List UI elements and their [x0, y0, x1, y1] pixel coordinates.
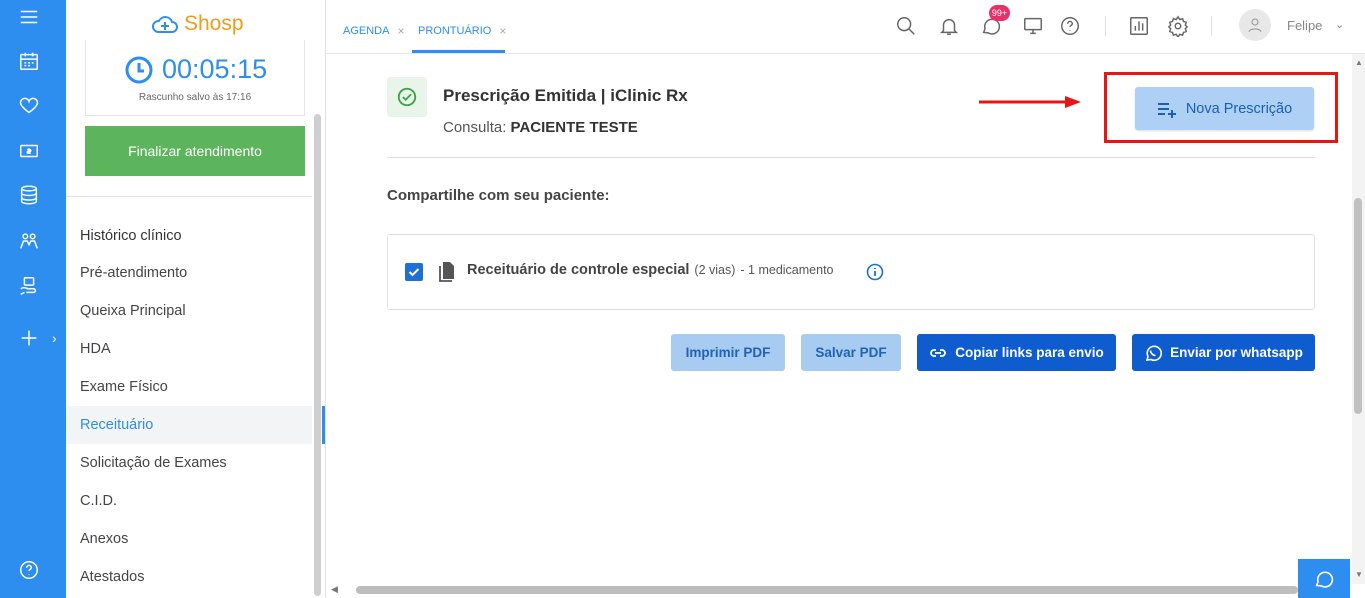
scroll-up-icon[interactable]: ▲: [1355, 58, 1363, 67]
logo-text: Shosp: [184, 12, 244, 35]
tab-label: PRONTUÁRIO: [418, 25, 492, 37]
tab-prontuario[interactable]: PRONTUÁRIO ×: [418, 24, 506, 38]
content-divider: [387, 157, 1315, 158]
success-check-icon: [387, 77, 427, 117]
reports-icon[interactable]: [1128, 15, 1150, 37]
help-icon[interactable]: [17, 558, 41, 582]
users-icon[interactable]: [17, 229, 41, 253]
help-circle-icon[interactable]: [1059, 15, 1081, 37]
sidebar-item-hda[interactable]: HDA: [66, 330, 312, 368]
tab-label: AGENDA: [343, 25, 390, 37]
active-item-indicator: [322, 406, 325, 444]
top-header: AGENDA × PRONTUÁRIO ×: [326, 0, 1365, 54]
tab-close-icon[interactable]: ×: [499, 24, 506, 38]
consultation-line: Consulta: PACIENTE TESTE: [443, 119, 638, 136]
document-title: Receituário de controle especial: [467, 262, 690, 278]
sidebar-item-anexos[interactable]: Anexos: [66, 520, 312, 558]
expand-chevron-icon[interactable]: ›: [52, 330, 57, 346]
clock-icon: [125, 56, 153, 83]
share-heading: Compartilhe com seu paciente:: [387, 187, 610, 204]
chevron-down-icon[interactable]: ⌄: [1335, 18, 1344, 31]
sidebar-item-atestados[interactable]: Atestados: [66, 558, 312, 596]
patient-name: PACIENTE TESTE: [510, 119, 638, 136]
bell-icon[interactable]: [938, 15, 960, 37]
active-tab-indicator: [412, 50, 505, 53]
copy-links-label: Copiar links para envio: [955, 345, 1104, 360]
sidebar-item-solicitacao-exames[interactable]: Solicitação de Exames: [66, 444, 312, 482]
menu-icon[interactable]: [17, 5, 41, 29]
sidebar-item-queixa-principal[interactable]: Queixa Principal: [66, 292, 312, 330]
tab-agenda[interactable]: AGENDA ×: [343, 24, 404, 38]
new-prescription-label: Nova Prescrição: [1185, 100, 1293, 117]
send-whatsapp-button[interactable]: Enviar por whatsapp: [1132, 334, 1315, 371]
plus-icon[interactable]: [17, 326, 41, 350]
draft-saved-text: Rascunho salvo às 17:16: [138, 92, 252, 103]
document-copies: (2 vias): [694, 263, 736, 277]
info-icon[interactable]: [866, 263, 884, 281]
left-nav-rail: ›: [0, 0, 66, 598]
support-chat-button[interactable]: [1298, 559, 1350, 598]
medical-desk-icon[interactable]: [17, 274, 41, 298]
header-divider: [1211, 16, 1212, 36]
sidebar-item-receituario[interactable]: Receituário: [66, 406, 312, 444]
send-whatsapp-label: Enviar por whatsapp: [1170, 345, 1303, 360]
new-prescription-button[interactable]: Nova Prescrição: [1135, 87, 1314, 130]
clinical-history-heading: Histórico clínico: [80, 228, 182, 244]
playlist-add-icon: [1157, 102, 1176, 118]
sidebar-divider: [66, 196, 312, 197]
sidebar-item-cid[interactable]: C.I.D.: [66, 482, 312, 520]
sidebar-scrollbar[interactable]: [314, 114, 321, 596]
save-pdf-button[interactable]: Salvar PDF: [801, 334, 901, 371]
money-icon[interactable]: [17, 139, 41, 163]
link-icon: [930, 348, 947, 357]
heart-icon[interactable]: [17, 93, 41, 117]
copy-links-button[interactable]: Copiar links para envio: [917, 334, 1116, 371]
header-divider: [1105, 16, 1106, 36]
user-name[interactable]: Felipe: [1287, 18, 1322, 33]
consultation-label: Consulta:: [443, 119, 507, 136]
timer-value: 00:05:15: [162, 54, 268, 84]
consultation-timer: 00:05:15: [124, 54, 267, 85]
prescription-status-title: Prescrição Emitida | iClinic Rx: [443, 86, 688, 105]
sidebar: Shosp 00:05:15 Rascunho salvo às 17:16 F…: [66, 0, 326, 598]
chat-bubble-icon: [1315, 570, 1334, 588]
horizontal-scroll-thumb[interactable]: [356, 586, 1298, 594]
annotation-arrow-icon: [979, 96, 1081, 108]
notification-badge: 99+: [989, 5, 1010, 21]
document-checkbox[interactable]: [405, 263, 423, 281]
finalize-consultation-button[interactable]: Finalizar atendimento: [85, 126, 305, 176]
monitor-icon[interactable]: [1022, 15, 1044, 37]
calendar-icon[interactable]: [17, 49, 41, 73]
app-logo[interactable]: Shosp: [150, 10, 244, 38]
user-icon: [1248, 18, 1262, 33]
document-title-line: Receituário de controle especial (2 vias…: [467, 262, 834, 278]
scroll-left-icon[interactable]: ◀: [331, 584, 338, 595]
vertical-scroll-thumb[interactable]: [1354, 198, 1362, 414]
avatar[interactable]: [1239, 9, 1271, 41]
sidebar-item-exame-fisico[interactable]: Exame Físico: [66, 368, 312, 406]
cloud-logo-icon: [152, 16, 178, 33]
print-pdf-button[interactable]: Imprimir PDF: [671, 334, 785, 371]
database-icon[interactable]: [17, 183, 41, 207]
sidebar-item-pre-atendimento[interactable]: Pré-atendimento: [66, 254, 312, 292]
search-icon[interactable]: [895, 15, 917, 37]
gear-icon[interactable]: [1167, 15, 1189, 39]
timer-panel: 00:05:15 Rascunho salvo às 17:16: [85, 40, 305, 116]
tab-close-icon[interactable]: ×: [397, 24, 404, 38]
whatsapp-icon: [1146, 345, 1163, 361]
scroll-down-icon[interactable]: ▼: [1355, 570, 1363, 579]
document-medication-count: - 1 medicamento: [740, 263, 834, 277]
document-copy-icon: [439, 262, 454, 282]
